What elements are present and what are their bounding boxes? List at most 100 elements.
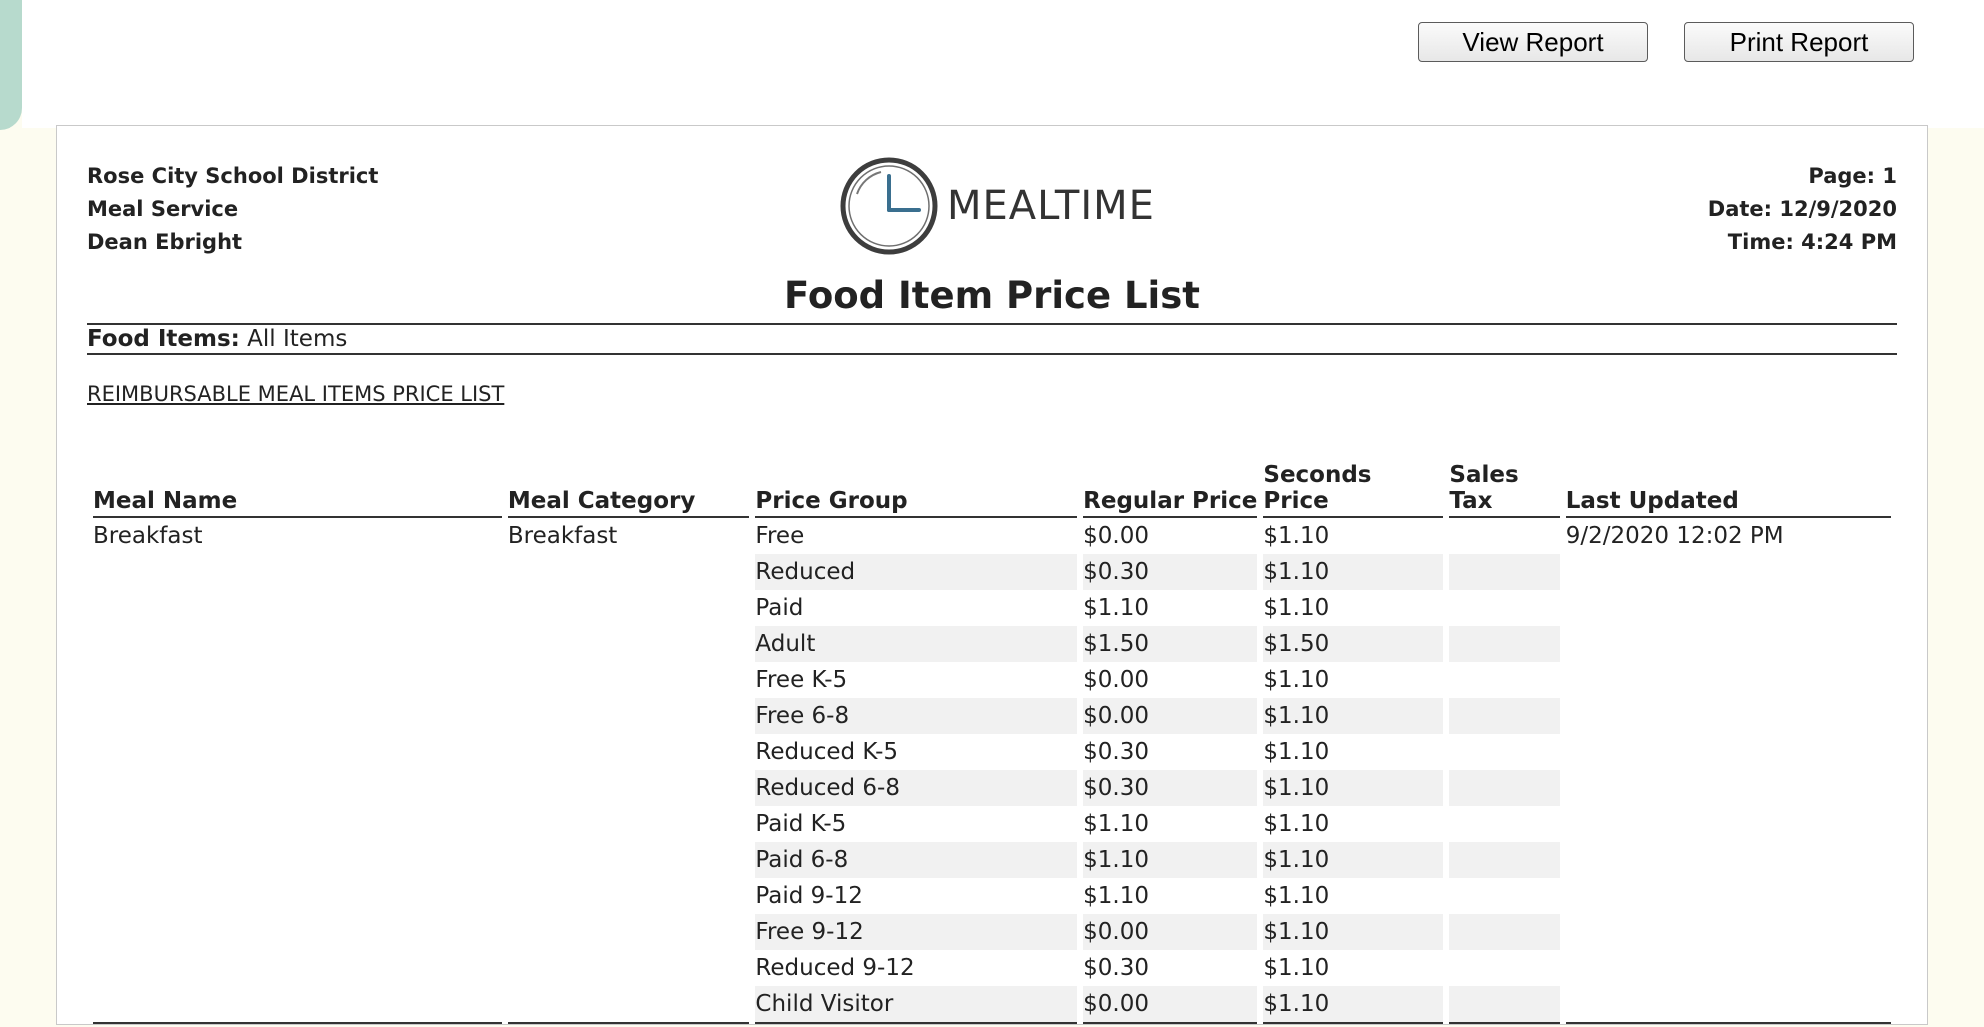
filter-line: Food Items: All Items (87, 325, 347, 353)
meal-category-cell (508, 554, 750, 590)
toolbar (22, 0, 1984, 128)
print-report-button[interactable]: Print Report (1684, 22, 1914, 62)
sales-tax-cell (1449, 986, 1560, 1022)
table-row: Free 6-8 $0.00 $1.10 (93, 698, 1891, 734)
meal-category-cell (508, 734, 750, 770)
footer-rule-cell (93, 1022, 502, 1027)
last-updated-cell: 9/2/2020 12:02 PM (1565, 523, 1784, 549)
table-row: Paid K-5 $1.10 $1.10 (93, 806, 1891, 842)
table-row: Adult $1.50 $1.50 (93, 626, 1891, 662)
sales-tax-cell (1449, 590, 1559, 626)
sales-tax-cell (1449, 914, 1560, 950)
table-row: Reduced $0.30 $1.10 (93, 554, 1891, 590)
meal-name-cell (93, 662, 502, 698)
regular-price-cell: $1.10 (1083, 811, 1150, 837)
regular-price-cell: $0.00 (1083, 667, 1150, 693)
price-table-body: Breakfast Breakfast Free $0.00 $1.10 9/2/2020… (93, 518, 1891, 1027)
last-updated-cell (1566, 914, 1891, 950)
seconds-price-cell: $1.50 (1263, 626, 1444, 662)
footer-rule-cell (1263, 1022, 1444, 1027)
meal-category-cell (508, 662, 750, 698)
footer-rule-cell (755, 1022, 1078, 1027)
regular-price-cell: $0.00 (1083, 698, 1258, 734)
regular-price-cell: $0.00 (1083, 986, 1258, 1022)
logo-text: MEALTIME (947, 183, 1155, 229)
divider (87, 323, 1897, 325)
last-updated-cell (1566, 662, 1891, 698)
price-table: Meal Name Meal Category Price Group Regu… (87, 462, 1897, 1027)
last-updated-cell (1566, 698, 1891, 734)
col-sales-tax: Sales Tax (1449, 462, 1560, 518)
last-updated-cell (1566, 554, 1891, 590)
meal-name-cell (93, 806, 502, 842)
meal-category-cell (508, 986, 750, 1022)
sales-tax-cell (1449, 842, 1560, 878)
sales-tax-cell (1449, 878, 1559, 914)
sales-tax-cell (1449, 662, 1559, 698)
meal-name-cell (93, 590, 502, 626)
footer-rule-cell (1083, 1022, 1258, 1027)
sales-tax-cell (1449, 770, 1560, 806)
meal-name-cell (93, 950, 502, 986)
report-page: Rose City School District Meal Service D… (56, 125, 1928, 1025)
filter-label: Food Items: (87, 326, 240, 352)
last-updated-cell (1566, 734, 1891, 770)
meal-category-cell (508, 842, 750, 878)
sales-tax-cell (1449, 734, 1559, 770)
regular-price-cell: $0.30 (1083, 955, 1150, 981)
department-name: Meal Service (87, 197, 239, 221)
footer-rule-cell (507, 1022, 750, 1027)
price-group-cell: Paid 6-8 (755, 842, 1078, 878)
sales-tax-cell (1449, 554, 1560, 590)
table-footer-rule (93, 1022, 1891, 1027)
table-header-row: Meal Name Meal Category Price Group Regu… (93, 462, 1891, 518)
sales-tax-cell (1449, 698, 1560, 734)
price-group-cell: Free 9-12 (755, 914, 1078, 950)
last-updated-cell (1566, 626, 1891, 662)
filter-value: All Items (247, 326, 348, 352)
col-price-group: Price Group (755, 462, 1078, 518)
footer-rule-cell (1449, 1022, 1560, 1027)
meal-category-cell (508, 914, 750, 950)
district-name: Rose City School District (87, 164, 379, 188)
price-group-cell: Child Visitor (755, 986, 1078, 1022)
regular-price-cell: $0.30 (1083, 554, 1258, 590)
report-time: Time: 4:24 PM (1727, 230, 1897, 254)
meal-name-cell (93, 734, 502, 770)
page-number: Page: 1 (1808, 164, 1897, 188)
meal-name-cell (93, 842, 502, 878)
last-updated-cell (1566, 770, 1891, 806)
accent-tab (0, 0, 22, 130)
price-group-cell: Free K-5 (755, 667, 848, 693)
last-updated-cell (1566, 950, 1891, 986)
price-group-cell: Paid K-5 (755, 811, 847, 837)
table-row: Paid 9-12 $1.10 $1.10 (93, 878, 1891, 914)
meal-category-cell (508, 770, 750, 806)
last-updated-cell (1566, 986, 1891, 1022)
table-row: Free 9-12 $0.00 $1.10 (93, 914, 1891, 950)
regular-price-cell: $0.30 (1083, 770, 1258, 806)
seconds-price-cell: $1.10 (1263, 523, 1330, 549)
col-meal-name: Meal Name (93, 462, 502, 518)
report-header-right: Page: 1 Date: 12/9/2020 Time: 4:24 PM (1708, 160, 1897, 259)
price-group-cell: Reduced 9-12 (755, 955, 915, 981)
meal-name-cell (93, 914, 502, 950)
last-updated-cell (1566, 590, 1891, 626)
last-updated-cell (1566, 878, 1891, 914)
seconds-price-cell: $1.10 (1263, 739, 1330, 765)
table-row: Reduced 6-8 $0.30 $1.10 (93, 770, 1891, 806)
report-header-left: Rose City School District Meal Service D… (87, 160, 378, 259)
meal-name-cell (93, 626, 502, 662)
regular-price-cell: $1.10 (1083, 842, 1258, 878)
meal-category-cell (508, 950, 750, 986)
col-regular-price: Regular Price (1083, 462, 1258, 518)
seconds-price-cell: $1.10 (1263, 955, 1330, 981)
seconds-price-cell: $1.10 (1263, 883, 1330, 909)
view-report-button[interactable]: View Report (1418, 22, 1648, 62)
seconds-price-cell: $1.10 (1263, 667, 1330, 693)
seconds-price-cell: $1.10 (1263, 842, 1444, 878)
regular-price-cell: $1.10 (1083, 595, 1150, 621)
meal-category-cell (508, 590, 750, 626)
sales-tax-cell (1449, 950, 1559, 986)
seconds-price-cell: $1.10 (1263, 811, 1330, 837)
